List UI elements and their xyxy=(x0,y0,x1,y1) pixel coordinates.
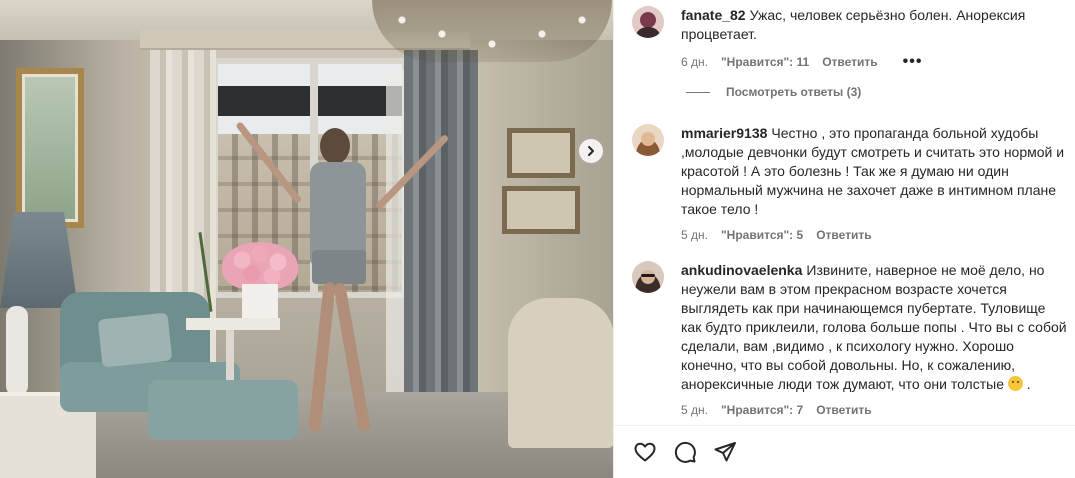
share-button[interactable] xyxy=(712,439,738,465)
photo-painting-right-bottom xyxy=(502,186,580,234)
photo-armchair-right xyxy=(508,298,613,448)
comment-username[interactable]: fanate_82 xyxy=(681,7,746,23)
sad-face-emoji xyxy=(1007,376,1023,391)
reply-button[interactable]: Ответить xyxy=(822,55,877,69)
comment-button[interactable] xyxy=(672,439,698,465)
comment-body: Извините, наверное не моё дело, но неуже… xyxy=(681,262,1067,392)
reply-button[interactable]: Ответить xyxy=(816,403,871,417)
chevron-right-icon xyxy=(588,146,594,156)
photo-pillow xyxy=(97,312,173,368)
photo-painting-left xyxy=(16,68,84,228)
comment-time[interactable]: 5 дн. xyxy=(681,228,708,242)
comment-username[interactable]: ankudinovaelenka xyxy=(681,262,802,278)
avatar[interactable] xyxy=(632,124,664,156)
photo-flower-table-leg xyxy=(226,330,234,380)
view-replies-line xyxy=(686,91,710,93)
post-photo[interactable] xyxy=(0,0,613,478)
comment-text: mmarier9138 Честно , это пропаганда больн… xyxy=(681,124,1067,219)
comment-likes[interactable]: "Нравится": 5 xyxy=(721,228,803,242)
comment-bubble-icon xyxy=(674,441,696,463)
comment-meta: 6 дн. "Нравится": 11 Ответить ••• xyxy=(681,53,1067,71)
photo-painting-right-top xyxy=(507,128,575,178)
comment-text: ankudinovaelenka Извините, наверное не мо… xyxy=(681,261,1067,394)
view-replies-label: Посмотреть ответы (3) xyxy=(726,85,862,99)
comment-time[interactable]: 6 дн. xyxy=(681,55,708,69)
comment-item: mmarier9138 Честно , это пропаганда больн… xyxy=(632,124,1067,242)
comment-likes[interactable]: "Нравится": 7 xyxy=(721,403,803,417)
avatar[interactable] xyxy=(632,6,664,38)
comment-meta: 5 дн. "Нравится": 5 Ответить xyxy=(681,228,1067,242)
paper-plane-icon xyxy=(714,442,736,462)
more-horizontal-icon[interactable]: ••• xyxy=(903,53,923,71)
photo-jumping-figure xyxy=(235,110,450,450)
comment-item: fanate_82 Ужас, человек серьёзно болен. А… xyxy=(632,6,1067,71)
next-photo-button[interactable] xyxy=(579,139,603,163)
photo-lamp-base xyxy=(6,306,28,396)
heart-icon xyxy=(634,442,656,462)
like-button[interactable] xyxy=(632,439,658,465)
view-replies-button[interactable]: Посмотреть ответы (3) xyxy=(686,85,861,99)
avatar[interactable] xyxy=(632,261,664,293)
reply-button[interactable]: Ответить xyxy=(816,228,871,242)
photo-chandelier xyxy=(372,0,612,62)
comment-meta: 5 дн. "Нравится": 7 Ответить xyxy=(681,403,1067,417)
comment-item: ankudinovaelenka Извините, наверное не мо… xyxy=(632,261,1067,417)
post-action-bar xyxy=(614,425,1075,478)
comment-time[interactable]: 5 дн. xyxy=(681,403,708,417)
comment-username[interactable]: mmarier9138 xyxy=(681,125,767,141)
comment-text: fanate_82 Ужас, человек серьёзно болен. А… xyxy=(681,6,1067,44)
comment-body-end: . xyxy=(1022,376,1031,392)
comments-panel: fanate_82 Ужас, человек серьёзно болен. А… xyxy=(613,0,1075,478)
comment-likes[interactable]: "Нравится": 11 xyxy=(721,55,809,69)
